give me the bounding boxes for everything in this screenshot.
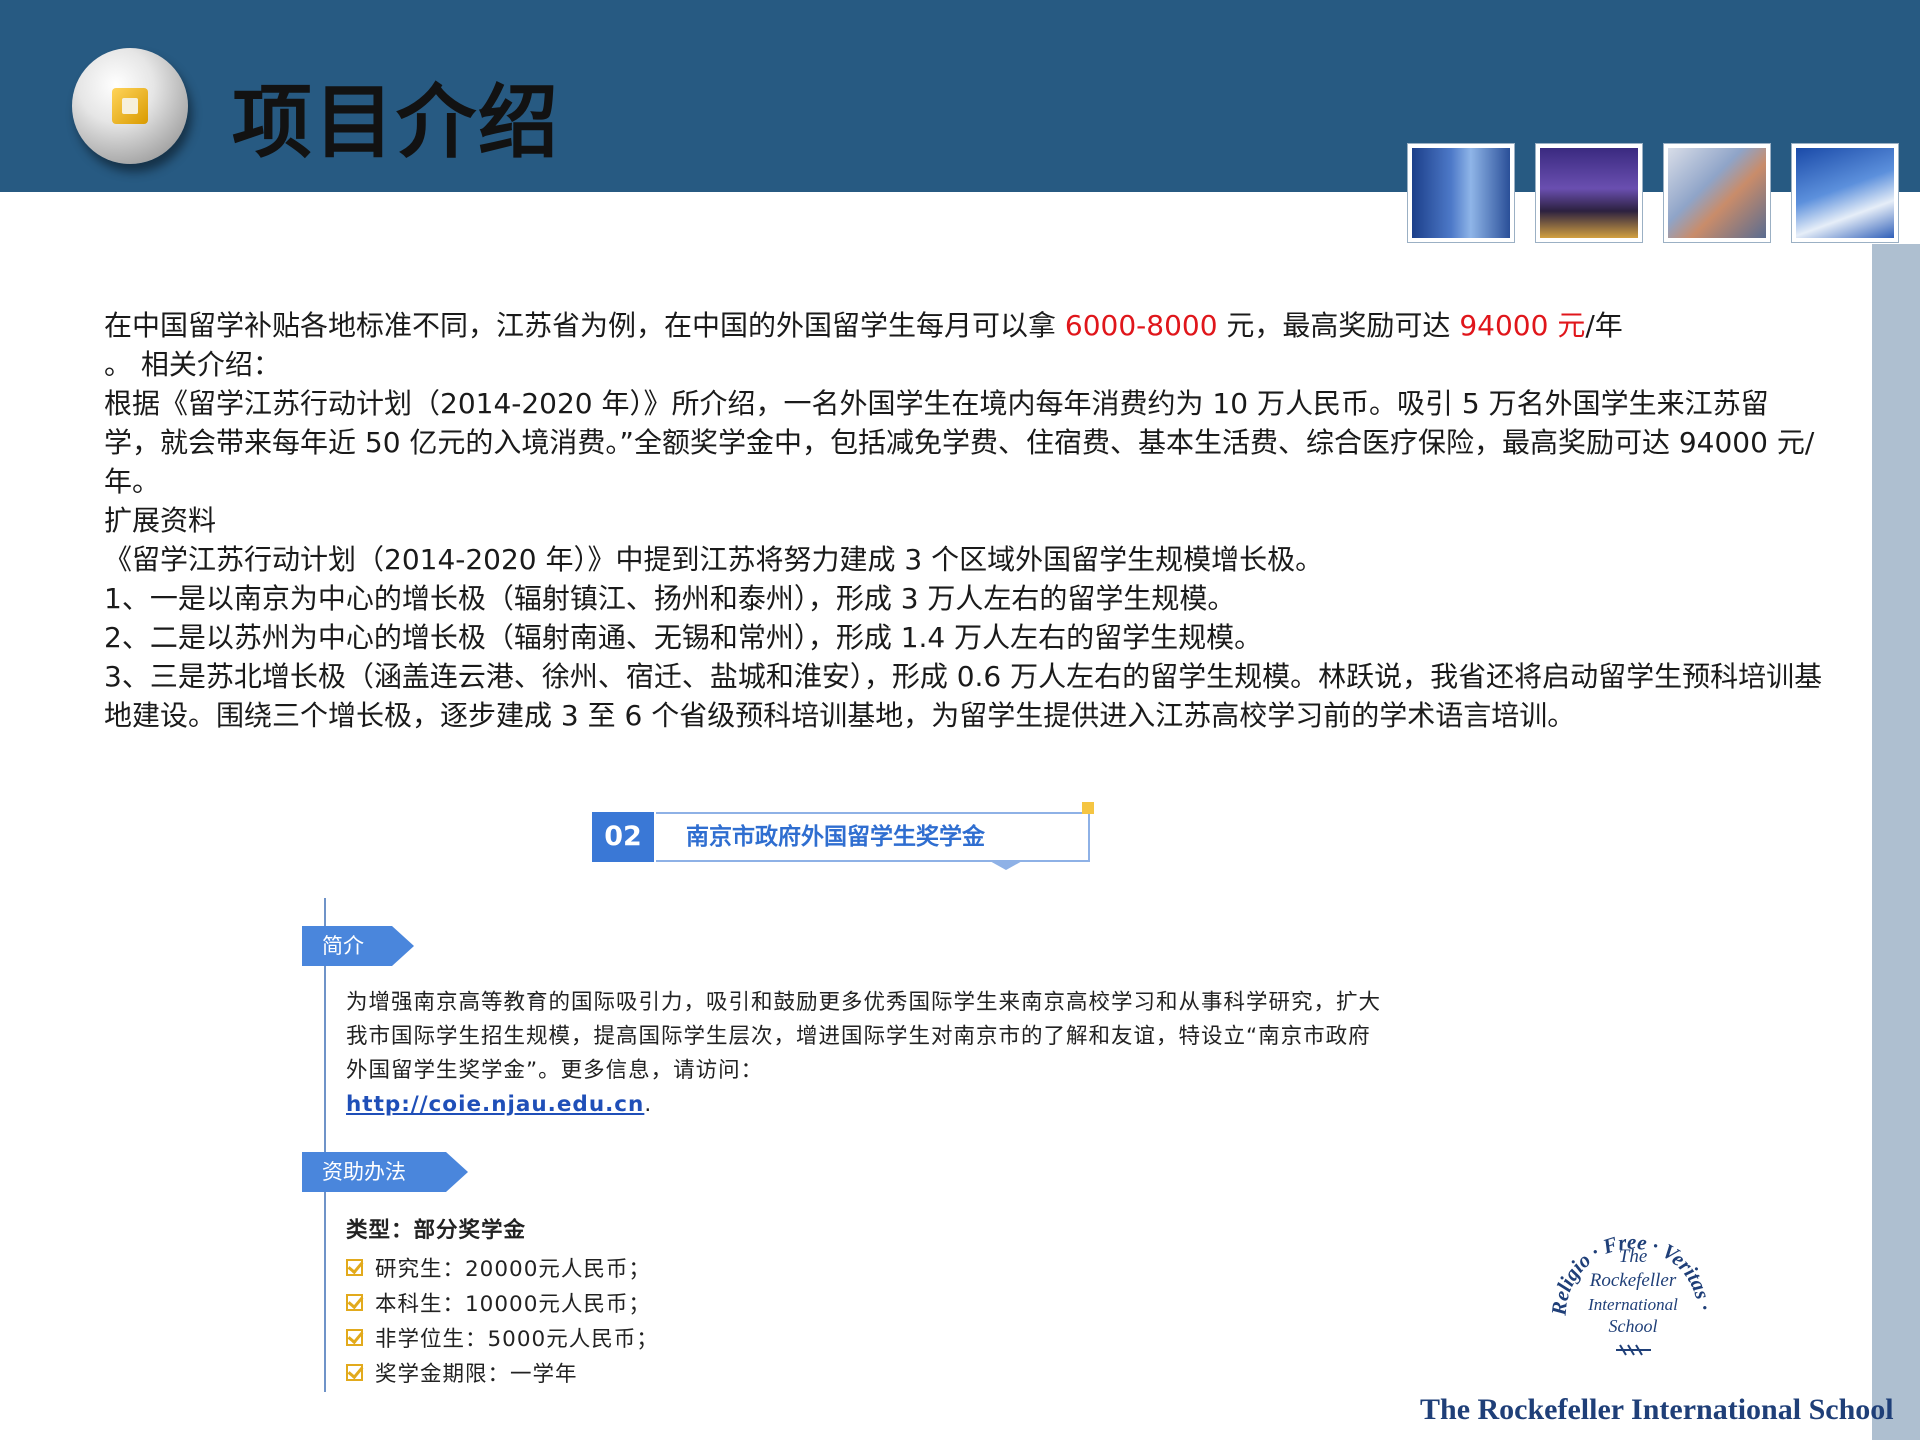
paragraph-subsidy: 在中国留学补贴各地标准不同，江苏省为例，在中国的外国留学生每月可以拿 6000-… <box>104 306 1824 384</box>
seal-line-rockefeller: Rockefeller <box>1589 1270 1677 1291</box>
list-item: 本科生：10000元人民币； <box>346 1285 659 1320</box>
banner-pointer-decoration <box>988 860 1024 870</box>
text-segment: 。 相关介绍： <box>104 348 281 381</box>
tag-intro: 简介 <box>302 926 414 966</box>
right-side-bar <box>1872 244 1920 1440</box>
footer-brand: The Rockefeller International School <box>1420 1393 1894 1426</box>
seal-line-international: International <box>1587 1295 1678 1314</box>
scholarship-type-label: 类型：部分奖学金 <box>346 1218 527 1243</box>
checkbox-icon <box>346 1364 363 1381</box>
thumbnail-city-night-image <box>1536 144 1642 242</box>
logo-icon <box>72 48 188 164</box>
text-segment: 在中国留学补贴各地标准不同，江苏省为例，在中国的外国留学生每月可以拿 <box>104 309 1065 342</box>
list-item-suzhou: 2、二是以苏州为中心的增长极（辐射南通、无锡和常州），形成 1.4 万人左右的留… <box>104 621 1263 654</box>
paragraph-plan: 根据《留学江苏行动计划（2014-2020 年）》所介绍，一名外国学生在境内每年… <box>104 387 1815 498</box>
scholarship-intro: 为增强南京高等教育的国际吸引力，吸引和鼓励更多优秀国际学生来南京高校学习和从事科… <box>346 986 1386 1122</box>
list-item: 奖学金期限：一学年 <box>346 1355 659 1390</box>
list-item: 非学位生：5000元人民币； <box>346 1320 659 1355</box>
paragraph-growth-poles: 《留学江苏行动计划（2014-2020 年）》中提到江苏将努力建成 3 个区域外… <box>104 543 1324 576</box>
thumbnail-skyscraper-image <box>1408 144 1514 242</box>
highlight-amount-max: 94000 元 <box>1459 309 1586 342</box>
checkbox-icon <box>346 1294 363 1311</box>
timeline-line <box>324 898 326 1392</box>
thumbnail-phone-call-image <box>1664 144 1770 242</box>
list-item-text: 研究生：20000元人民币； <box>375 1257 651 1282</box>
text-segment: 元，最高奖励可达 <box>1217 309 1460 342</box>
checkbox-icon <box>346 1329 363 1346</box>
checkbox-icon <box>346 1259 363 1276</box>
scholarship-title: 南京市政府外国留学生奖学金 <box>656 812 1090 862</box>
list-item-subei: 3、三是苏北增长极（涵盖连云港、徐州、宿迁、盐城和淮安），形成 0.6 万人左右… <box>104 660 1823 732</box>
scholarship-amount-list: 研究生：20000元人民币； 本科生：10000元人民币； 非学位生：5000元… <box>346 1250 659 1390</box>
list-item-text: 奖学金期限：一学年 <box>375 1362 578 1387</box>
tag-funding: 资助办法 <box>302 1152 468 1192</box>
intro-text: 为增强南京高等教育的国际吸引力，吸引和鼓励更多优秀国际学生来南京高校学习和从事科… <box>346 990 1382 1083</box>
school-seal-icon: Religio · Free · Veritas · Eruditio The … <box>1536 1200 1717 1356</box>
list-item-text: 本科生：10000元人民币； <box>375 1292 651 1317</box>
logo-square-icon <box>112 88 148 124</box>
paragraph-extended-heading: 扩展资料 <box>104 504 217 537</box>
scholarship-number-badge: 02 <box>592 812 654 862</box>
seal-line-the: The <box>1619 1246 1648 1267</box>
highlight-amount-monthly: 6000-8000 <box>1064 309 1218 342</box>
banner-corner-decoration <box>1082 802 1094 814</box>
list-item: 研究生：20000元人民币； <box>346 1250 659 1285</box>
main-text-block: 在中国留学补贴各地标准不同，江苏省为例，在中国的外国留学生每月可以拿 6000-… <box>104 306 1824 735</box>
seal-line-school: School <box>1609 1316 1658 1336</box>
list-item-text: 非学位生：5000元人民币； <box>375 1327 659 1352</box>
intro-end: . <box>644 1092 653 1117</box>
thumbnail-tower-image <box>1792 144 1898 242</box>
page-title: 项目介绍 <box>232 76 560 169</box>
list-item-nanjing: 1、一是以南京为中心的增长极（辐射镇江、扬州和泰州），形成 3 万人左右的留学生… <box>104 582 1236 615</box>
info-link[interactable]: http://coie.njau.edu.cn <box>346 1092 644 1117</box>
text-segment: /年 <box>1585 309 1623 342</box>
